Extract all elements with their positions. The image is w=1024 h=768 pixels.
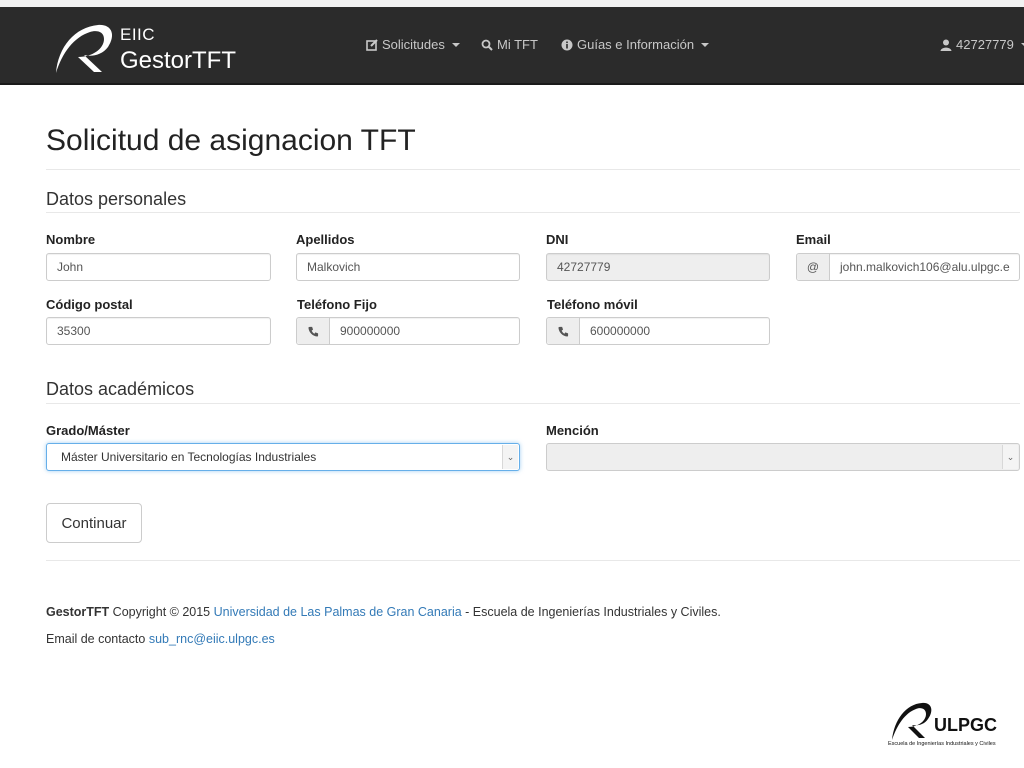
phone-icon — [297, 318, 330, 344]
chevron-down-icon: ⌄ — [1002, 445, 1018, 469]
footer-brand: GestorTFT — [46, 605, 110, 619]
edit-icon — [366, 38, 378, 51]
phone-icon — [547, 318, 580, 344]
dni-label: DNI — [546, 232, 569, 247]
continue-button[interactable]: Continuar — [46, 503, 142, 543]
mencion-label: Mención — [546, 423, 599, 438]
dni-field: 42727779 — [546, 253, 770, 281]
telefono-fijo-field[interactable]: 900000000 — [296, 317, 520, 345]
footer-copyright-text: Copyright © 2015 — [109, 605, 214, 619]
email-value: john.malkovich106@alu.ulpgc.e — [840, 260, 1010, 274]
divider — [46, 560, 1020, 561]
brand-line1: EIIC — [120, 25, 156, 44]
grado-selected: Máster Universitario en Tecnologías Indu… — [61, 450, 317, 464]
grado-select[interactable]: Máster Universitario en Tecnologías Indu… — [46, 443, 520, 471]
info-icon — [561, 39, 573, 51]
nombre-label: Nombre — [46, 232, 96, 247]
email-label: Email — [796, 232, 831, 247]
at-icon: @ — [797, 254, 830, 280]
apellidos-field[interactable]: Malkovich — [296, 253, 520, 281]
university-link[interactable]: Universidad de Las Palmas de Gran Canari… — [214, 605, 462, 619]
chevron-down-icon: ⌄ — [502, 445, 518, 469]
telefono-movil-field[interactable]: 600000000 — [546, 317, 770, 345]
ulpgc-swoosh-icon — [892, 702, 932, 740]
ulpgc-name: ULPGC — [934, 715, 997, 735]
brand-swoosh-icon — [56, 24, 113, 73]
browser-top-strip — [0, 0, 1024, 7]
divider — [46, 403, 1020, 404]
ulpgc-logo: ULPGC Escuela de Ingenierías Industriale… — [888, 698, 1014, 754]
nav-solicitudes[interactable]: Solicitudes — [366, 37, 460, 52]
section-datos-personales: Datos personales — [46, 189, 187, 209]
chevron-down-icon — [701, 42, 710, 47]
nav-solicitudes-label: Solicitudes — [382, 37, 445, 52]
brand-line2: GestorTFT — [120, 47, 237, 74]
user-id-label: 42727779 — [956, 37, 1014, 52]
navbar: EIIC GestorTFT Solicitudes Mi TFT Guías … — [0, 7, 1024, 85]
divider — [46, 212, 1020, 213]
footer-copyright: GestorTFT Copyright © 2015 Universidad d… — [46, 605, 721, 619]
dni-value: 42727779 — [557, 260, 611, 274]
telefono-fijo-value: 900000000 — [340, 324, 401, 338]
nav-mi-tft[interactable]: Mi TFT — [481, 37, 538, 52]
contact-email-link[interactable]: sub_rnc@eiic.ulpgc.es — [149, 632, 275, 646]
nav-guias[interactable]: Guías e Información — [561, 37, 710, 52]
footer-contact: Email de contacto sub_rnc@eiic.ulpgc.es — [46, 632, 275, 646]
search-icon — [481, 39, 493, 51]
grado-label: Grado/Máster — [46, 423, 130, 438]
telefono-movil-label: Teléfono móvil — [547, 297, 638, 312]
section-datos-academicos: Datos académicos — [46, 379, 195, 399]
nav-mi-tft-label: Mi TFT — [497, 37, 538, 52]
chevron-down-icon — [451, 42, 460, 47]
footer-school-text: - Escuela de Ingenierías Industriales y … — [461, 605, 721, 619]
page-title: Solicitud de asignacion TFT — [46, 124, 416, 157]
user-icon — [940, 39, 952, 51]
ulpgc-caption: Escuela de Ingenierías Industriales y Ci… — [888, 741, 996, 747]
brand-logo[interactable]: EIIC GestorTFT — [50, 17, 240, 77]
nav-guias-label: Guías e Información — [577, 37, 695, 52]
telefono-fijo-label: Teléfono Fijo — [297, 297, 377, 312]
codigo-postal-label: Código postal — [46, 297, 133, 312]
nombre-field[interactable]: John — [46, 253, 271, 281]
contact-label: Email de contacto — [46, 632, 149, 646]
nav-user-menu[interactable]: 42727779 — [940, 37, 1024, 52]
apellidos-label: Apellidos — [296, 232, 355, 247]
email-field[interactable]: @ john.malkovich106@alu.ulpgc.e — [796, 253, 1020, 281]
telefono-movil-value: 600000000 — [590, 324, 651, 338]
codigo-postal-field[interactable]: 35300 — [46, 317, 271, 345]
nombre-value: John — [57, 260, 84, 274]
apellidos-value: Malkovich — [307, 260, 361, 274]
divider — [46, 169, 1020, 170]
mencion-select: ⌄ — [546, 443, 1020, 471]
codigo-postal-value: 35300 — [57, 324, 91, 338]
